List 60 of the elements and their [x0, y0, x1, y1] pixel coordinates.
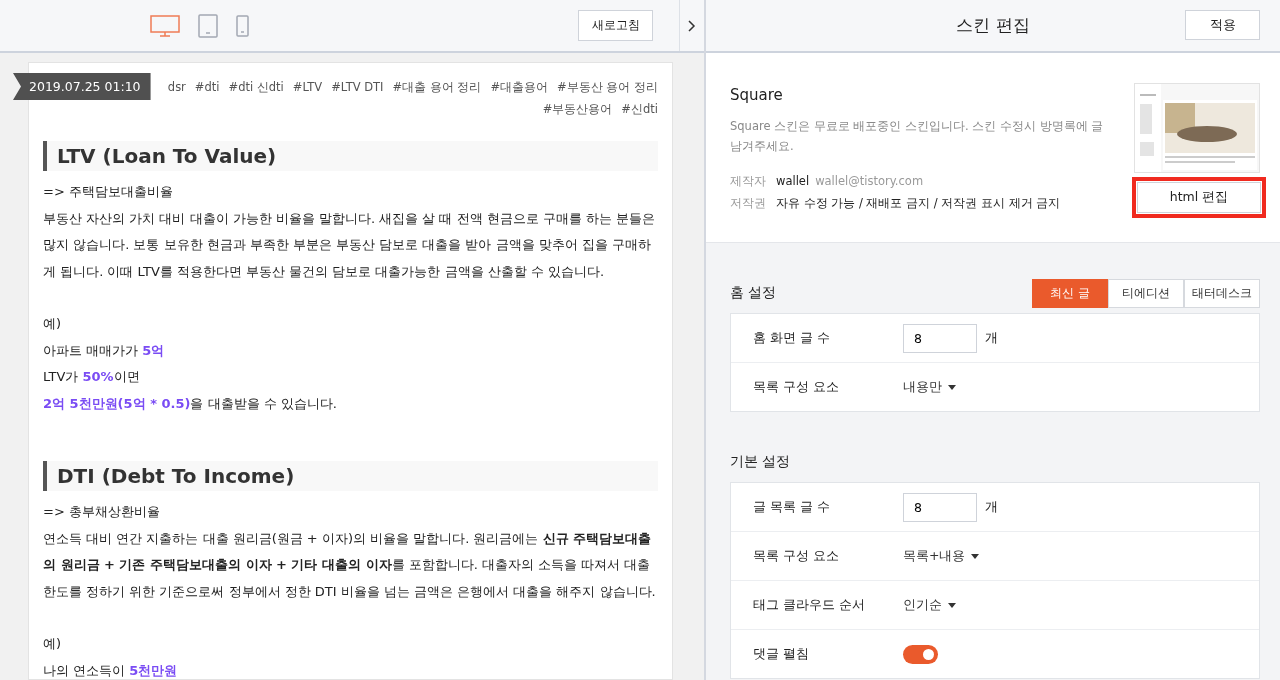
chevron-right-icon — [688, 19, 696, 32]
setting-label: 홈 화면 글 수 — [753, 329, 831, 347]
refresh-button[interactable]: 새로고침 — [578, 10, 653, 41]
phone-icon[interactable] — [236, 14, 249, 37]
tag-link[interactable]: #dti 신dti — [228, 77, 284, 97]
setting-label: 댓글 펼침 — [753, 645, 810, 663]
tag-link[interactable]: #대출 용어 정리 — [392, 77, 482, 97]
subtitle-text: => 주택담보대출비율 — [43, 183, 174, 201]
segment-tab[interactable]: 티에디션 — [1108, 278, 1184, 308]
subtitle-text: => 총부채상환비율 — [43, 503, 161, 521]
section-heading: LTV (Loan To Value) — [43, 141, 658, 171]
setting-label: 목록 구성 요소 — [753, 547, 840, 565]
meta-value: wallel — [776, 173, 810, 190]
section-title: 기본 설정 — [730, 453, 792, 471]
tag-link[interactable]: #부동산 용어 정리 — [557, 77, 658, 97]
example-line: 나의 연소득이 5천만원 — [43, 661, 179, 680]
tablet-icon[interactable] — [198, 13, 218, 38]
example-label: 예) — [43, 635, 63, 653]
segment-tab[interactable]: 태터데스크 — [1184, 278, 1260, 308]
dropdown[interactable]: 내용만 — [903, 378, 956, 396]
tag-link[interactable]: #부동산용어 — [542, 99, 613, 119]
dropdown[interactable]: 인기순 — [903, 596, 956, 614]
meta-label: 저작권 — [730, 195, 767, 212]
apply-button[interactable]: 적용 — [1185, 10, 1260, 40]
tag-link[interactable]: #LTV — [292, 77, 323, 97]
unit-label: 개 — [985, 329, 998, 347]
tag-link[interactable]: #dti — [194, 77, 220, 97]
skin-description: Square 스킨은 무료로 배포중인 스킨입니다. 스킨 수정시 방명록에 글 남겨주세요. — [730, 118, 1105, 155]
number-field[interactable]: 8 — [903, 492, 977, 522]
segment-tab[interactable]: 최신 글 — [1032, 278, 1108, 308]
meta-value: 자유 수정 가능 / 재배포 금지 / 저작권 표시 제거 금지 — [776, 195, 1061, 212]
caret-icon — [971, 553, 980, 559]
section-heading: DTI (Debt To Income) — [43, 461, 658, 491]
tag-link[interactable]: #신dti — [621, 99, 658, 119]
tag-link[interactable]: #LTV DTI — [331, 77, 384, 97]
setting-label: 태그 클라우드 순서 — [753, 596, 866, 614]
number-field[interactable]: 8 — [903, 323, 977, 353]
caret-icon — [948, 602, 956, 608]
desktop-icon[interactable] — [150, 14, 180, 37]
author-email: wallel@tistory.com — [815, 173, 924, 190]
tag-link[interactable]: dsr — [167, 77, 186, 97]
dropdown[interactable]: 목록+내용 — [903, 547, 980, 565]
tag-link[interactable]: #대출용어 — [490, 77, 549, 97]
example-line: LTV가 50%이면 — [43, 368, 141, 386]
panel-title: 스킨 편집 — [956, 14, 1030, 37]
section-title: 홈 설정 — [730, 284, 778, 302]
caret-icon — [948, 384, 956, 390]
example-line: 아파트 매매가가 5억 — [43, 341, 166, 360]
paragraph: 부동산 자산의 가치 대비 대출이 가능한 비율을 말합니다. 새집을 살 때 전액 현금으로 구매를 하는 분들은 많지 않습니다. 보통 보유한 현금과 부족한 부분은 부동산 담보로 대출을 받아 금액을 맞추어 집을 구매하게 됩니다. 이때 LTV를 적용한다면 부동산 물건의 담보로 대출가능한 금액을 산출할 수 있습니다. — [43, 209, 657, 281]
setting-label: 목록 구성 요소 — [753, 378, 840, 396]
unit-label: 개 — [985, 498, 998, 516]
date-ribbon: 2019.07.25 01:10 — [13, 73, 151, 100]
paragraph: 연소득 대비 연간 지출하는 대출 원리금(원금 + 이자)의 비율을 말합니다. 원리금에는 신규 주택담보대출의 원리금 + 기존 주택담보대출의 이자 + 기타 대출의 이자를 포함합니다. 대출자의 소득을 따져서 대출 한도를 정하기 위한 기준으로써 정부에서 정한 DTI 비율을 넘는 금액은 은행에서 대출을 해주지 않습니다. — [43, 529, 657, 601]
toggle-switch[interactable] — [903, 644, 938, 664]
skin-name: Square — [730, 86, 784, 104]
meta-label: 제작자 — [730, 173, 767, 190]
html-edit-button[interactable]: html 편집 — [1137, 182, 1261, 213]
setting-label: 글 목록 글 수 — [753, 498, 831, 516]
example-line: 2억 5천만원(5억 * 0.5)을 대출받을 수 있습니다. — [43, 394, 338, 413]
example-label: 예) — [43, 315, 63, 333]
